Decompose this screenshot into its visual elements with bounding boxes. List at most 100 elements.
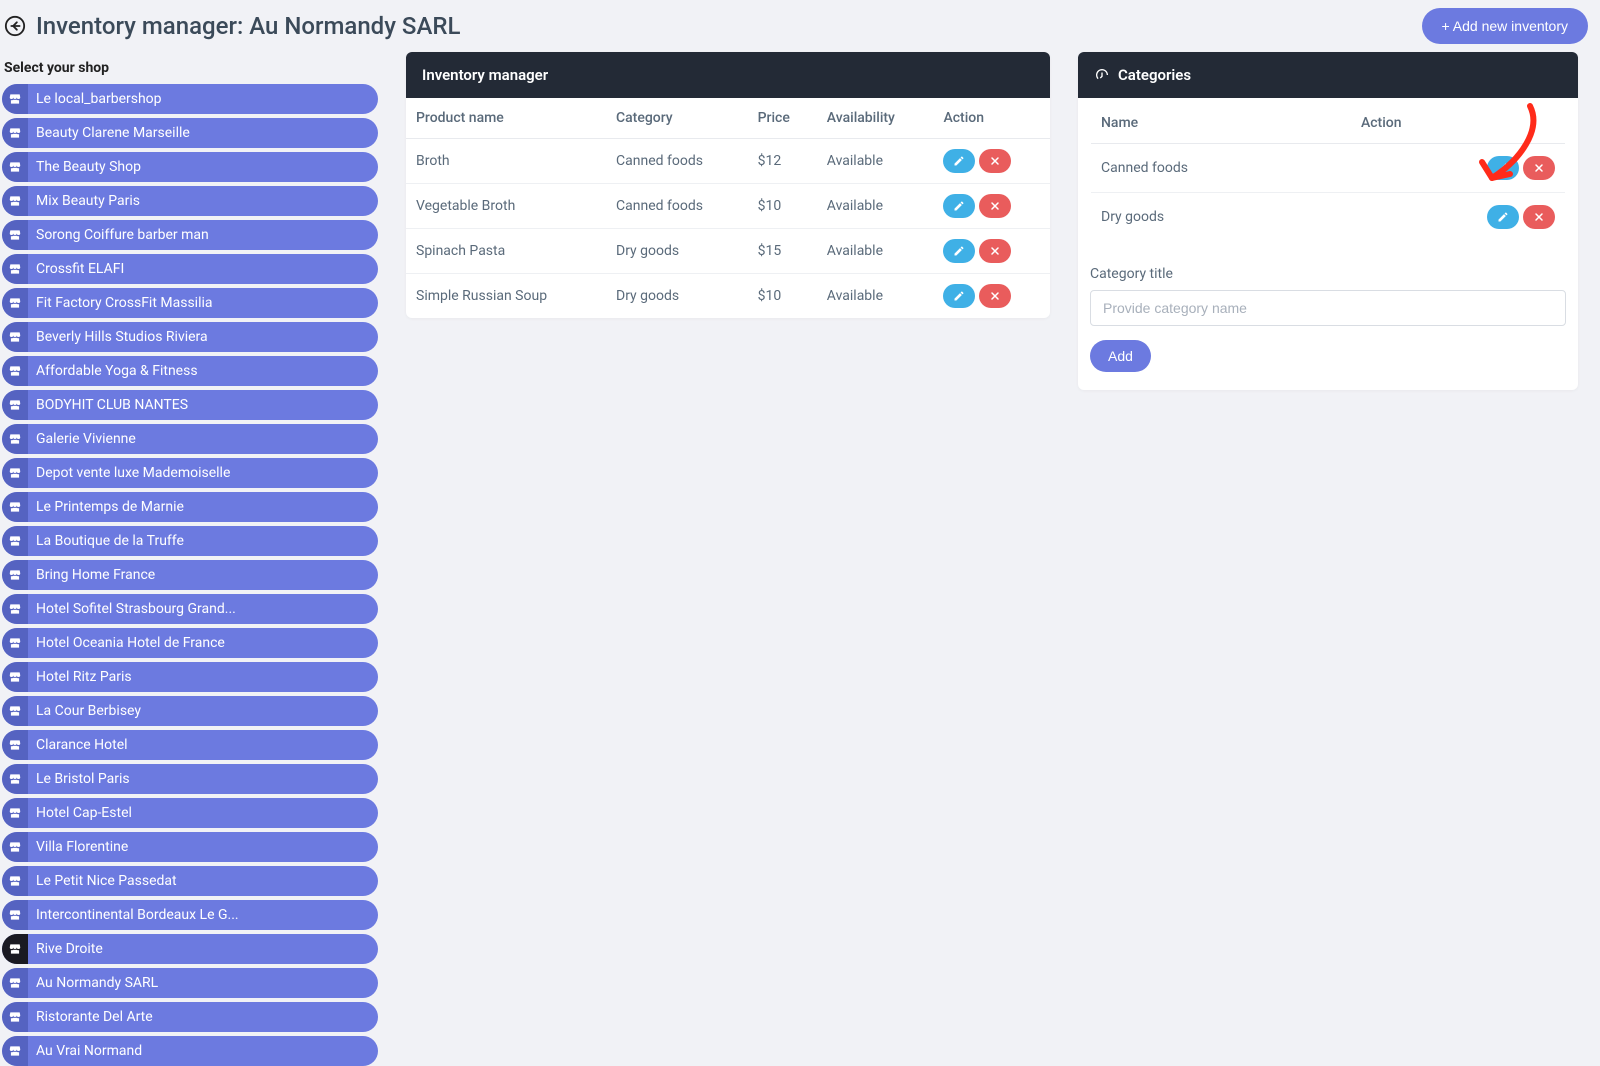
sidebar-item-label: Le Printemps de Marnie: [28, 499, 184, 515]
sidebar-item-shop[interactable]: Le Bristol Paris: [2, 764, 378, 794]
add-inventory-button[interactable]: + Add new inventory: [1422, 8, 1588, 44]
edit-button[interactable]: [943, 284, 975, 308]
delete-button[interactable]: [1523, 205, 1555, 229]
delete-button[interactable]: [1523, 156, 1555, 180]
edit-button[interactable]: [943, 194, 975, 218]
sidebar-item-shop[interactable]: Au Vrai Normand: [2, 1036, 378, 1066]
shop-icon: [2, 356, 28, 386]
edit-button[interactable]: [943, 239, 975, 263]
sidebar-item-label: Bring Home France: [28, 567, 155, 583]
shop-icon: [2, 458, 28, 488]
inventory-panel-title: Inventory manager: [422, 66, 548, 84]
sidebar-item-shop[interactable]: Hotel Ritz Paris: [2, 662, 378, 692]
sidebar-item-shop[interactable]: Hotel Sofitel Strasbourg Grand...: [2, 594, 378, 624]
shop-icon: [2, 662, 28, 692]
page-header: Inventory manager: Au Normandy SARL + Ad…: [0, 0, 1600, 52]
shop-icon: [2, 322, 28, 352]
shop-icon: [2, 968, 28, 998]
category-title-label: Category title: [1090, 266, 1566, 282]
cell-product-name: Vegetable Broth: [406, 184, 606, 229]
table-row: Dry goods: [1091, 193, 1566, 242]
col-cat-action: Action: [1351, 103, 1566, 144]
sidebar-item-shop[interactable]: La Boutique de la Truffe: [2, 526, 378, 556]
sidebar-item-label: Rive Droite: [28, 941, 103, 957]
edit-button[interactable]: [1487, 156, 1519, 180]
cell-price: $10: [748, 184, 817, 229]
sidebar-item-shop[interactable]: The Beauty Shop: [2, 152, 378, 182]
edit-button[interactable]: [1487, 205, 1519, 229]
table-row: Simple Russian SoupDry goods$10Available: [406, 274, 1050, 319]
sidebar-item-shop[interactable]: Fit Factory CrossFit Massilia: [2, 288, 378, 318]
sidebar-item-label: Sorong Coiffure barber man: [28, 227, 209, 243]
col-price: Price: [748, 98, 817, 139]
sidebar-item-label: Intercontinental Bordeaux Le G...: [28, 907, 239, 923]
sidebar-item-shop[interactable]: Clarance Hotel: [2, 730, 378, 760]
cell-cat-action: [1351, 144, 1566, 193]
sidebar-item-label: La Boutique de la Truffe: [28, 533, 184, 549]
sidebar-item-shop[interactable]: Beauty Clarene Marseille: [2, 118, 378, 148]
sidebar-item-shop[interactable]: Sorong Coiffure barber man: [2, 220, 378, 250]
sidebar-item-label: Hotel Cap-Estel: [28, 805, 132, 821]
sidebar-item-shop[interactable]: Depot vente luxe Mademoiselle: [2, 458, 378, 488]
cell-product-name: Spinach Pasta: [406, 229, 606, 274]
sidebar-item-shop[interactable]: Intercontinental Bordeaux Le G...: [2, 900, 378, 930]
shop-icon: [2, 560, 28, 590]
sidebar-item-shop[interactable]: Affordable Yoga & Fitness: [2, 356, 378, 386]
shop-icon: [2, 798, 28, 828]
cell-price: $15: [748, 229, 817, 274]
shop-icon: [2, 424, 28, 454]
delete-button[interactable]: [979, 284, 1011, 308]
gauge-icon: [1094, 67, 1110, 83]
add-category-button[interactable]: Add: [1090, 340, 1151, 372]
sidebar-item-shop[interactable]: La Cour Berbisey: [2, 696, 378, 726]
table-row: BrothCanned foods$12Available: [406, 139, 1050, 184]
cell-availability: Available: [817, 184, 934, 229]
sidebar-item-label: Le Bristol Paris: [28, 771, 130, 787]
sidebar-item-label: Le Petit Nice Passedat: [28, 873, 177, 889]
col-product-name: Product name: [406, 98, 606, 139]
shop-list: Le local_barbershop Beauty Clarene Marsei…: [2, 84, 378, 1066]
sidebar-item-shop[interactable]: Ristorante Del Arte: [2, 1002, 378, 1032]
sidebar-item-shop[interactable]: Mix Beauty Paris: [2, 186, 378, 216]
delete-button[interactable]: [979, 194, 1011, 218]
cell-availability: Available: [817, 229, 934, 274]
shop-icon: [2, 594, 28, 624]
sidebar-item-shop[interactable]: Rive Droite: [2, 934, 378, 964]
sidebar-label: Select your shop: [4, 60, 378, 76]
sidebar-item-shop[interactable]: Bring Home France: [2, 560, 378, 590]
cell-cat-action: [1351, 193, 1566, 242]
sidebar-item-shop[interactable]: Hotel Cap-Estel: [2, 798, 378, 828]
sidebar-item-shop[interactable]: Beverly Hills Studios Riviera: [2, 322, 378, 352]
sidebar-item-shop[interactable]: Hotel Oceania Hotel de France: [2, 628, 378, 658]
sidebar-item-label: Au Normandy SARL: [28, 975, 158, 991]
delete-button[interactable]: [979, 239, 1011, 263]
delete-button[interactable]: [979, 149, 1011, 173]
sidebar-item-label: Ristorante Del Arte: [28, 1009, 153, 1025]
category-name-input[interactable]: [1090, 290, 1566, 326]
shop-icon: [2, 900, 28, 930]
sidebar-item-shop[interactable]: Le Petit Nice Passedat: [2, 866, 378, 896]
cell-price: $12: [748, 139, 817, 184]
category-form: Category title Add: [1078, 266, 1578, 372]
sidebar-item-label: Beauty Clarene Marseille: [28, 125, 190, 141]
table-row: Canned foods: [1091, 144, 1566, 193]
shop-icon: [2, 152, 28, 182]
sidebar-item-label: Crossfit ELAFI: [28, 261, 124, 277]
sidebar-item-shop[interactable]: Le local_barbershop: [2, 84, 378, 114]
sidebar-item-shop[interactable]: Villa Florentine: [2, 832, 378, 862]
edit-button[interactable]: [943, 149, 975, 173]
sidebar-item-shop[interactable]: Le Printemps de Marnie: [2, 492, 378, 522]
sidebar-item-shop[interactable]: BODYHIT CLUB NANTES: [2, 390, 378, 420]
shop-icon: [2, 628, 28, 658]
shop-icon: [2, 492, 28, 522]
shop-icon: [2, 288, 28, 318]
sidebar-item-shop[interactable]: Au Normandy SARL: [2, 968, 378, 998]
categories-table: Name Action Canned foodsDry goods: [1090, 102, 1566, 242]
sidebar-item-shop[interactable]: Crossfit ELAFI: [2, 254, 378, 284]
inventory-panel-header: Inventory manager: [406, 52, 1050, 98]
sidebar-item-shop[interactable]: Galerie Vivienne: [2, 424, 378, 454]
cell-product-name: Simple Russian Soup: [406, 274, 606, 319]
col-availability: Availability: [817, 98, 934, 139]
shop-icon: [2, 1036, 28, 1066]
back-icon[interactable]: [4, 15, 26, 37]
